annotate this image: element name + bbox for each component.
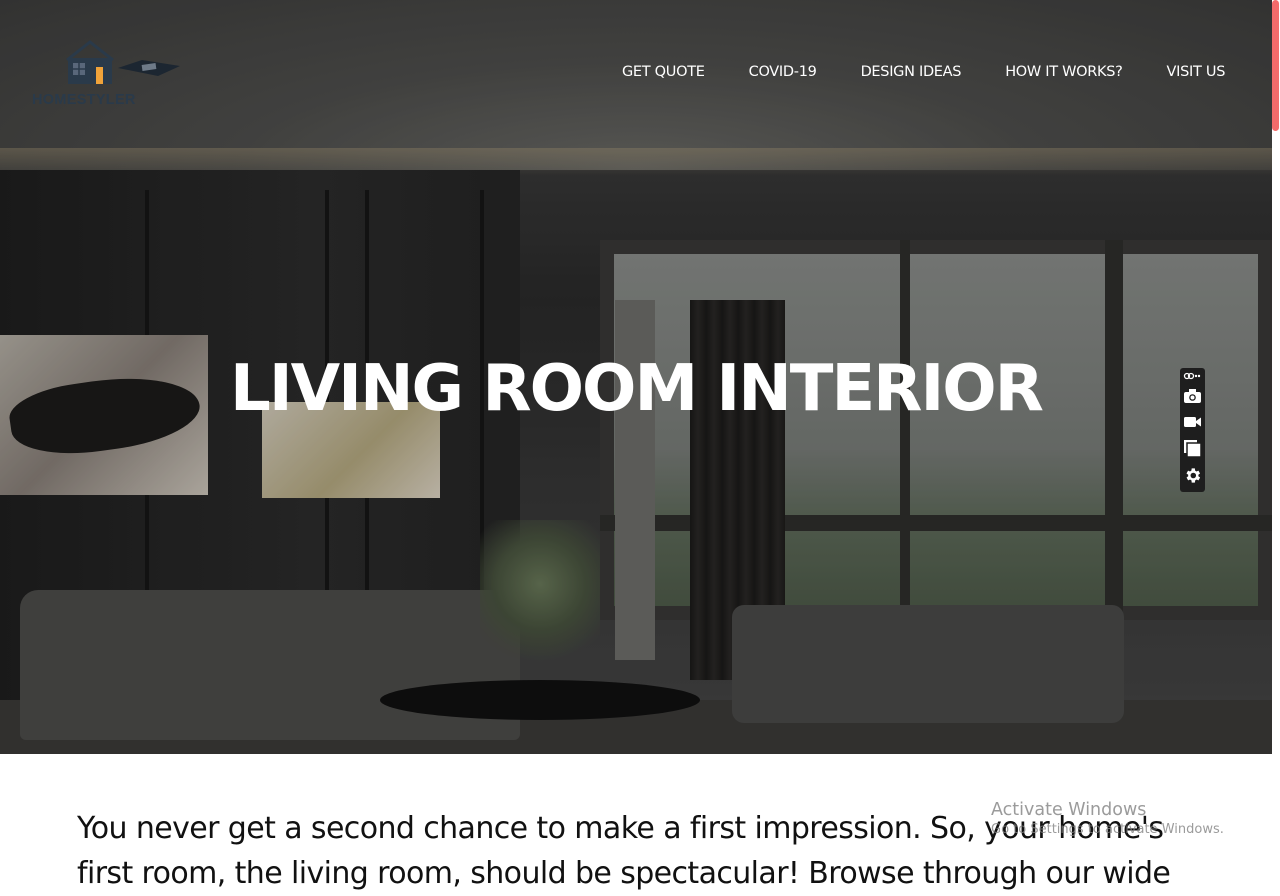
main-nav: GET QUOTE COVID-19 DESIGN IDEAS HOW IT W… (600, 64, 1247, 88)
nav-visit-us[interactable]: VISIT US (1167, 64, 1226, 88)
nav-get-quote[interactable]: GET QUOTE (622, 64, 705, 88)
site-logo[interactable]: HOMESTYLER (30, 38, 190, 114)
watermark-title: Activate Windows (991, 800, 1147, 820)
activation-watermark: Activate Windows Go to Settings to activ… (991, 800, 1224, 837)
nav-design-ideas[interactable]: DESIGN IDEAS (861, 64, 962, 88)
gear-icon[interactable] (1183, 466, 1202, 485)
video-icon[interactable] (1183, 412, 1202, 431)
house-logo-icon (66, 40, 180, 84)
page-scrollbar-thumb[interactable] (1272, 0, 1279, 131)
page-scrollbar-track[interactable] (1272, 0, 1280, 887)
copy-icon[interactable] (1183, 439, 1202, 458)
brand-name: HOMESTYLER (32, 92, 136, 108)
hero-title: LIVING ROOM INTERIOR (230, 352, 1044, 426)
nav-covid-19[interactable]: COVID-19 (749, 64, 817, 88)
watermark-subtitle: Go to Settings to activate Windows. (991, 822, 1224, 837)
nav-how-it-works[interactable]: HOW IT WORKS? (1005, 64, 1123, 88)
capture-toolbar (1180, 368, 1205, 492)
link-icon[interactable] (1183, 369, 1202, 383)
camera-icon[interactable] (1183, 386, 1202, 405)
